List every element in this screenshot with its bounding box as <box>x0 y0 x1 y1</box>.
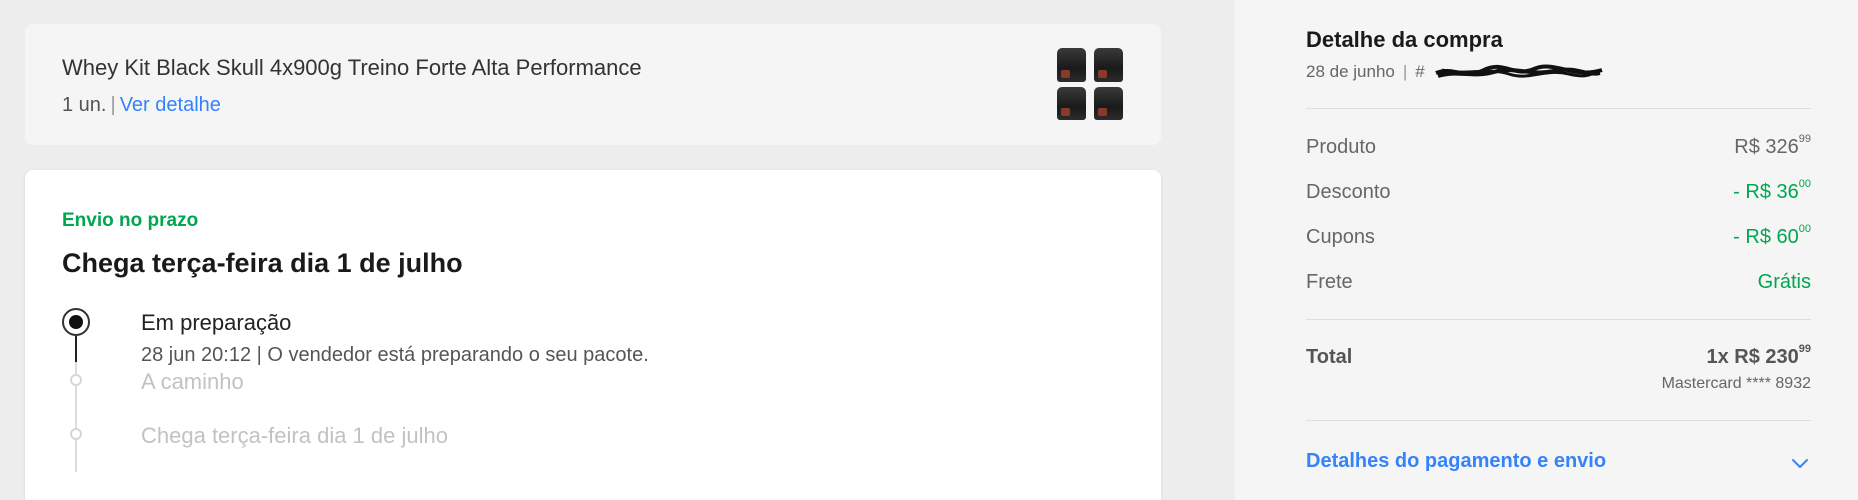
summary-row-amount: - R$ 60 <box>1733 226 1799 248</box>
summary-divider <box>1306 420 1811 421</box>
product-quantity: 1 un. <box>62 94 107 116</box>
summary-row-label: Produto <box>1306 136 1377 158</box>
summary-row-label: Desconto <box>1306 181 1391 203</box>
payment-card-info: Mastercard **** 8932 <box>1661 375 1811 392</box>
total-cents: 99 <box>1798 343 1811 356</box>
timeline-step-label: Chega terça-feira dia 1 de julho <box>141 423 448 448</box>
summary-row-value: Grátis <box>1758 271 1811 294</box>
shipping-status: Envio no prazo <box>62 210 199 231</box>
order-main-area: Whey Kit Black Skull 4x900g Treino Forte… <box>0 0 1235 500</box>
product-card: Whey Kit Black Skull 4x900g Treino Forte… <box>25 24 1161 145</box>
redacted-order-number <box>1434 64 1603 78</box>
summary-row-amount: Grátis <box>1757 271 1811 293</box>
timeline-step-detail: 28 jun 20:12 | O vendedor está preparand… <box>141 344 649 366</box>
total-label: Total <box>1306 346 1353 368</box>
purchase-summary-panel: Detalhe da compra 28 de junho | # Produto … <box>1235 0 1858 500</box>
total-value: 1x R$ 23099 <box>1706 343 1811 369</box>
timeline-step-label: Em preparação <box>141 310 292 335</box>
total-amount: 1x R$ 230 <box>1706 346 1799 368</box>
summary-title: Detalhe da compra <box>1306 27 1503 52</box>
order-number-prefix: # <box>1415 62 1425 81</box>
summary-row-cents: 00 <box>1798 178 1811 191</box>
view-detail-link[interactable]: Ver detalhe <box>120 94 221 116</box>
summary-date-line: 28 de junho | # <box>1306 62 1604 82</box>
product-meta: 1 un. | Ver detalhe <box>62 94 221 117</box>
product-tub-image <box>1094 86 1123 120</box>
timeline-pending-dot-icon <box>70 374 82 386</box>
summary-row-value: - R$ 6000 <box>1733 223 1811 249</box>
shipping-timeline: Em preparação 28 jun 20:12 | O vendedor … <box>62 308 1062 500</box>
product-tub-image <box>1094 48 1123 82</box>
product-title: Whey Kit Black Skull 4x900g Treino Forte… <box>62 55 642 80</box>
summary-row-value: R$ 32699 <box>1734 133 1811 159</box>
summary-row-amount: - R$ 36 <box>1733 181 1799 203</box>
summary-row-label: Frete <box>1306 271 1353 293</box>
summary-divider <box>1306 108 1811 109</box>
payment-shipping-details-link[interactable]: Detalhes do pagamento e envio <box>1306 450 1606 473</box>
summary-row-cents: 99 <box>1798 133 1811 146</box>
chevron-down-icon[interactable] <box>1789 452 1811 474</box>
product-tub-image <box>1057 86 1086 120</box>
summary-separator: | <box>1402 62 1408 81</box>
shipping-card: Envio no prazo Chega terça-feira dia 1 d… <box>25 170 1161 500</box>
timeline-active-dot-icon <box>62 308 90 336</box>
summary-row-amount: R$ 326 <box>1734 136 1799 158</box>
timeline-pending-dot-icon <box>70 428 82 440</box>
timeline-line-done <box>75 336 77 362</box>
shipping-title: Chega terça-feira dia 1 de julho <box>62 248 463 278</box>
summary-divider <box>1306 319 1811 320</box>
product-thumbnail[interactable] <box>1057 48 1123 120</box>
summary-row-value: - R$ 3600 <box>1733 178 1811 204</box>
summary-row-cents: 00 <box>1798 223 1811 236</box>
purchase-date: 28 de junho <box>1306 62 1395 81</box>
product-tub-image <box>1057 48 1086 82</box>
summary-row-label: Cupons <box>1306 226 1375 248</box>
product-meta-separator: | <box>110 94 116 116</box>
timeline-step-label: A caminho <box>141 369 244 394</box>
